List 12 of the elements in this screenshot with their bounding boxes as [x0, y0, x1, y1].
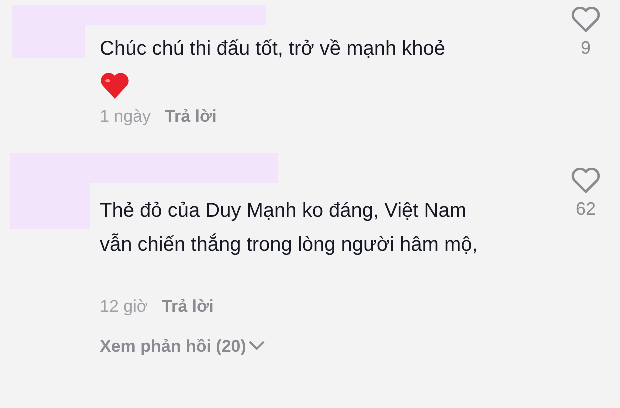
like-count: 9: [580, 37, 591, 60]
like-count: 62: [576, 198, 596, 221]
comment-time: 1 ngày: [100, 106, 152, 128]
chevron-down-icon: [249, 341, 266, 352]
comment-time: 12 giờ: [100, 296, 148, 318]
heart-outline-icon[interactable]: [571, 7, 601, 33]
view-replies-button[interactable]: Xem phản hồi (20): [100, 334, 266, 359]
comment-text: Thẻ đỏ của Duy Mạnh ko đáng, Việt Nam vẫn chiến thắng trong lòng người hâm mộ,: [100, 199, 479, 258]
reply-button[interactable]: Trả lời: [162, 294, 214, 320]
heart-outline-icon[interactable]: [571, 168, 601, 194]
comment-text: Chúc chú thi đấu tốt, trở về mạnh khoẻ: [100, 37, 447, 62]
reply-button[interactable]: Trả lời: [165, 104, 217, 130]
